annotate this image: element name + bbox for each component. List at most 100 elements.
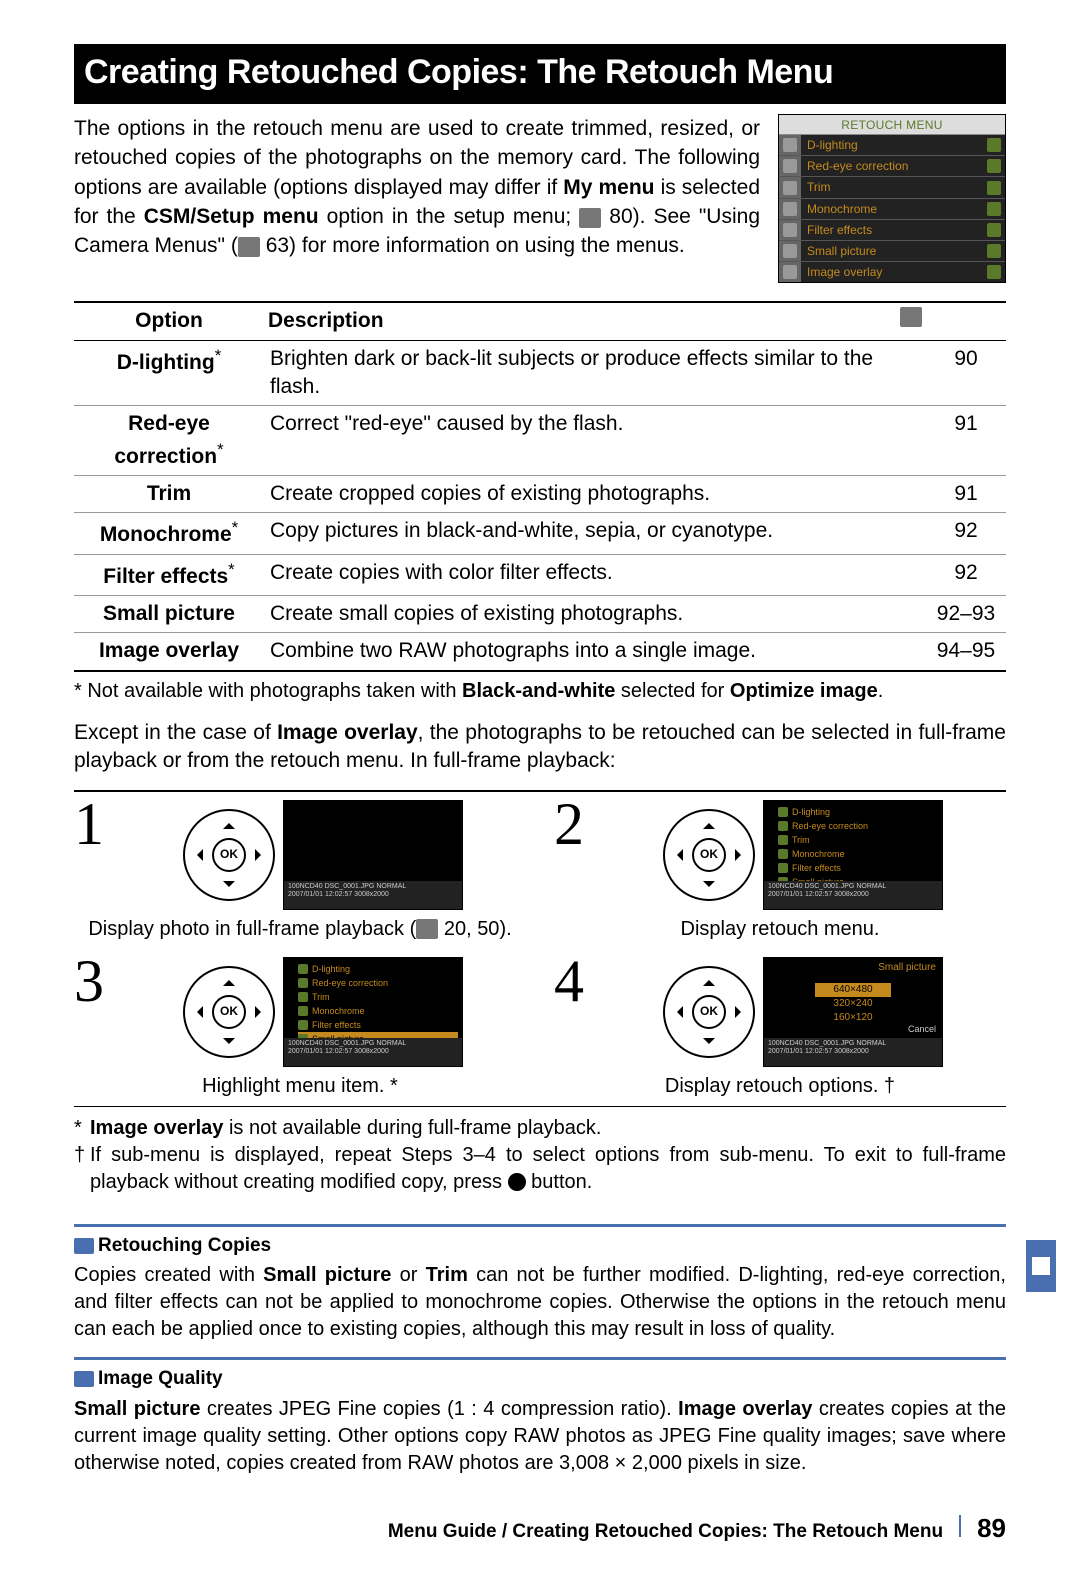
item-icon — [987, 265, 1001, 279]
option-name: Trim — [74, 476, 264, 513]
ok-button-icon: OK — [212, 995, 246, 1029]
menu-item: Red-eye correction — [801, 156, 983, 176]
page-ref-icon — [579, 208, 601, 228]
lcd-preview: D-lightingRed-eye correctionTrimMonochro… — [283, 957, 463, 1067]
intro-paragraph: The options in the retouch menu are used… — [74, 114, 760, 284]
ok-button-icon: OK — [692, 838, 726, 872]
option-desc: Create small copies of existing photogra… — [264, 596, 926, 633]
option-name: Image overlay — [74, 633, 264, 671]
menu-item: Trim — [801, 177, 983, 197]
page-column-icon — [900, 307, 922, 327]
lcd-preview: Small picture 640×480 320×240 160×120 Ca… — [763, 957, 943, 1067]
multi-selector-icon: OK — [183, 966, 275, 1058]
tab-icon — [783, 159, 797, 173]
item-icon — [987, 181, 1001, 195]
step-caption: Display photo in full-frame playback ( 2… — [74, 916, 526, 943]
tab-icon — [783, 265, 797, 279]
step-number: 1 — [74, 800, 110, 848]
option-desc: Combine two RAW photographs into a singl… — [264, 633, 926, 671]
menu-item: D-lighting — [801, 135, 983, 155]
item-icon — [987, 202, 1001, 216]
retouch-menu-screenshot: RETOUCH MENU D-lighting Red-eye correcti… — [778, 114, 1006, 284]
page-ref-icon — [416, 919, 438, 939]
step-number: 3 — [74, 957, 110, 1005]
multi-selector-icon: OK — [183, 809, 275, 901]
page-footer: Menu Guide / Creating Retouched Copies: … — [74, 1511, 1006, 1546]
option-desc: Create cropped copies of existing photog… — [264, 476, 926, 513]
item-icon — [987, 138, 1001, 152]
option-page: 94–95 — [926, 633, 1006, 671]
option-desc: Correct "red-eye" caused by the flash. — [264, 406, 926, 476]
th-option: Option — [74, 302, 264, 340]
option-name: D-lighting* — [74, 340, 264, 406]
option-name: Filter effects* — [74, 554, 264, 595]
breadcrumb: Menu Guide / Creating Retouched Copies: … — [388, 1519, 943, 1545]
step-4: 4 OK Small picture 640×480 320×240 160×1… — [554, 949, 1006, 1106]
option-desc: Brighten dark or back-lit subjects or pr… — [264, 340, 926, 406]
option-page: 91 — [926, 476, 1006, 513]
text: ) for more information on using the menu… — [289, 234, 685, 257]
tip-icon — [74, 1371, 94, 1387]
step-caption: Display retouch menu. — [554, 916, 1006, 943]
table-row: Monochrome*Copy pictures in black-and-wh… — [74, 513, 1006, 554]
step-3: 3 OK D-lightingRed-eye correctionTrimMon… — [74, 949, 526, 1106]
table-row: Small pictureCreate small copies of exis… — [74, 596, 1006, 633]
option-name: Red-eye correction* — [74, 406, 264, 476]
page-ref-num: 80 — [609, 205, 632, 228]
retouch-icon — [1032, 1257, 1050, 1275]
menu-item: Monochrome — [801, 199, 983, 219]
ok-button-icon: OK — [212, 838, 246, 872]
page-number: 89 — [977, 1511, 1006, 1546]
menu-item: Small picture — [801, 241, 983, 261]
option-name: Monochrome* — [74, 513, 264, 554]
step-caption: Display retouch options. † — [554, 1073, 1006, 1100]
tip-image-quality: Image Quality Small picture creates JPEG… — [74, 1357, 1006, 1477]
table-row: D-lighting*Brighten dark or back-lit sub… — [74, 340, 1006, 406]
option-desc: Copy pictures in black-and-white, sepia,… — [264, 513, 926, 554]
lcd-preview: D-lightingRed-eye correctionTrimMonochro… — [763, 800, 943, 910]
tab-icon — [783, 244, 797, 258]
option-page: 92–93 — [926, 596, 1006, 633]
option-page: 90 — [926, 340, 1006, 406]
menu-item: Filter effects — [801, 220, 983, 240]
step-footnotes: *Image overlay is not available during f… — [74, 1115, 1006, 1196]
lcd-preview: 100NCD40 DSC_0001.JPG NORMAL2007/01/01 1… — [283, 800, 463, 910]
steps-grid: 1 OK 100NCD40 DSC_0001.JPG NORMAL2007/01… — [74, 790, 1006, 1107]
tab-icon — [783, 138, 797, 152]
tab-icon — [783, 202, 797, 216]
tab-icon — [783, 181, 797, 195]
section-tab — [1026, 1240, 1056, 1292]
options-table: Option Description D-lighting*Brighten d… — [74, 301, 1006, 671]
text-bold: CSM/Setup menu — [144, 205, 319, 228]
menu-shot-title: RETOUCH MENU — [779, 115, 1005, 135]
tip-icon — [74, 1238, 94, 1254]
item-icon — [987, 223, 1001, 237]
item-icon — [987, 244, 1001, 258]
tip-retouching-copies: Retouching Copies Copies created with Sm… — [74, 1224, 1006, 1344]
th-description: Description — [264, 302, 926, 340]
step-caption: Highlight menu item. * — [74, 1073, 526, 1100]
table-row: Red-eye correction*Correct "red-eye" cau… — [74, 406, 1006, 476]
option-page: 92 — [926, 554, 1006, 595]
step-number: 4 — [554, 957, 590, 1005]
tab-icon — [783, 223, 797, 237]
step-2: 2 OK D-lightingRed-eye correctionTrimMon… — [554, 792, 1006, 949]
table-row: Image overlayCombine two RAW photographs… — [74, 633, 1006, 671]
playback-button-icon — [508, 1173, 526, 1191]
option-name: Small picture — [74, 596, 264, 633]
ok-button-icon: OK — [692, 995, 726, 1029]
paragraph: Except in the case of Image overlay, the… — [74, 719, 1006, 776]
page-ref-num: 63 — [266, 234, 289, 257]
step-1: 1 OK 100NCD40 DSC_0001.JPG NORMAL2007/01… — [74, 792, 526, 949]
table-footnote: * Not available with photographs taken w… — [74, 678, 1006, 705]
table-row: TrimCreate cropped copies of existing ph… — [74, 476, 1006, 513]
text: option in the setup menu; — [319, 205, 580, 228]
menu-item: Image overlay — [801, 262, 983, 282]
option-desc: Create copies with color filter effects. — [264, 554, 926, 595]
text-bold: My menu — [563, 176, 654, 199]
page-title: Creating Retouched Copies: The Retouch M… — [74, 44, 1006, 104]
multi-selector-icon: OK — [663, 809, 755, 901]
page-ref-icon — [238, 237, 260, 257]
step-number: 2 — [554, 800, 590, 848]
option-page: 92 — [926, 513, 1006, 554]
